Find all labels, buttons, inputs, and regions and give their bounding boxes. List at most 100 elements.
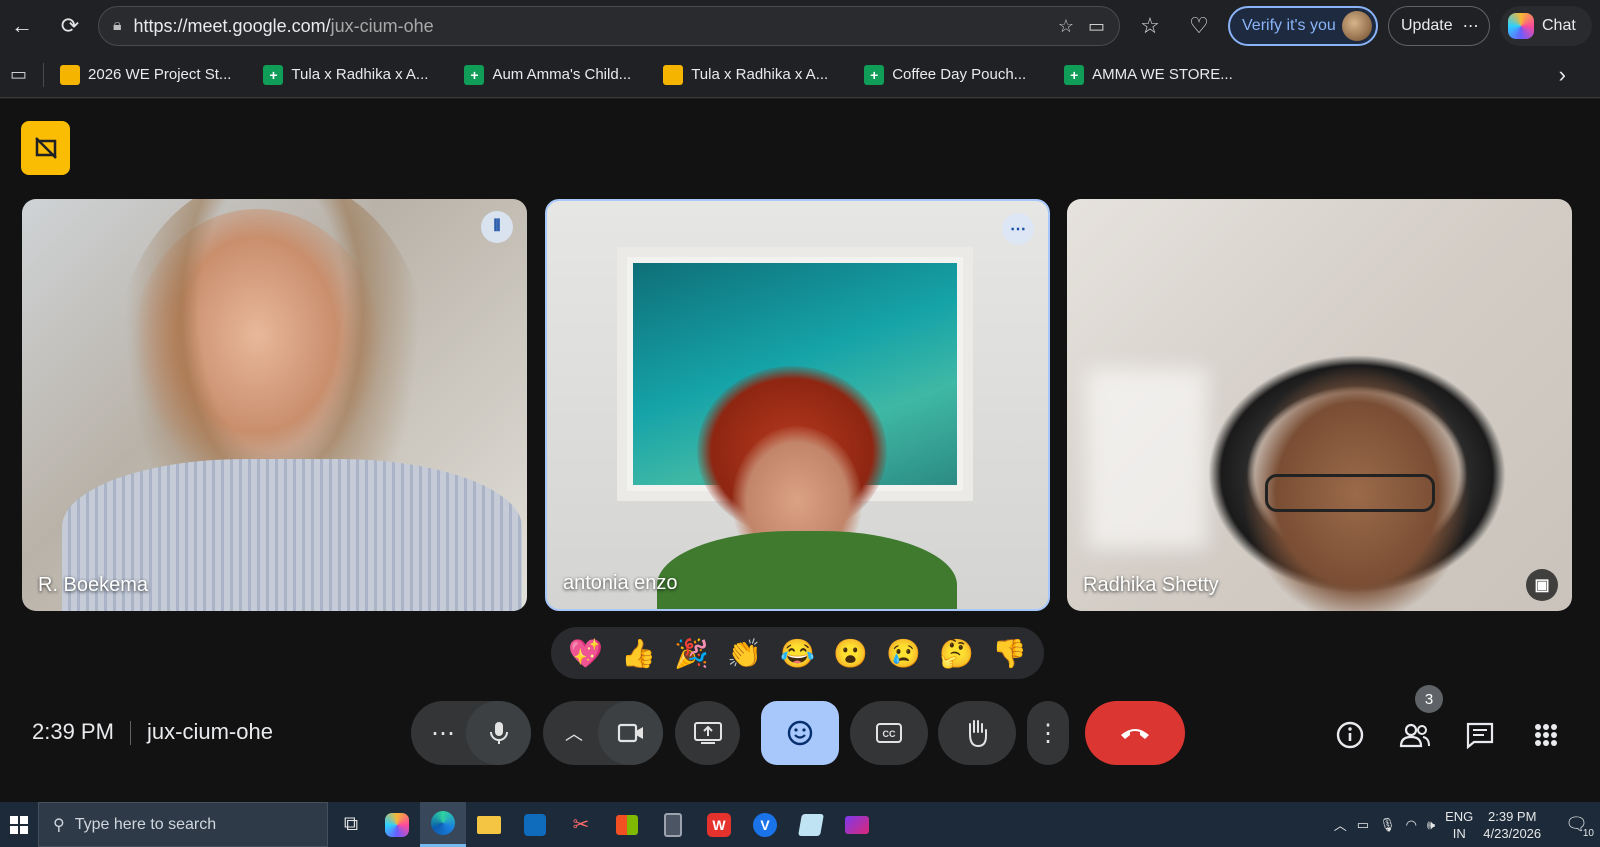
- present-screen-button[interactable]: [675, 701, 740, 765]
- url-host: https://meet.google.com/: [133, 15, 331, 36]
- chevron-up-icon[interactable]: ︿: [1334, 815, 1347, 834]
- store-app-icon[interactable]: [604, 802, 650, 847]
- update-button[interactable]: Update ⋯: [1388, 6, 1490, 46]
- bookmarks-bar: ▭ 2026 WE Project St... + Tula x Radhika …: [0, 52, 1600, 98]
- calculator-app-icon[interactable]: [650, 802, 696, 847]
- participant-tile[interactable]: ⦀ R. Boekema: [22, 199, 527, 611]
- windows-taskbar: ⚲ Type here to search ⧉ ✂ W V ︿ ▭ 🎙︎ ◠ 🕪…: [0, 802, 1600, 847]
- activities-button[interactable]: [1526, 715, 1566, 755]
- copilot-app-icon[interactable]: [374, 802, 420, 847]
- pip-icon[interactable]: ▣: [1526, 569, 1558, 601]
- captions-button[interactable]: CC: [850, 701, 928, 765]
- reactions-button[interactable]: [761, 701, 839, 765]
- bookmark-label: Tula x Radhika x A...: [691, 66, 829, 83]
- notifications-button[interactable]: 🗨︎ 10: [1565, 814, 1594, 839]
- verify-button[interactable]: Verify it's you: [1228, 6, 1378, 46]
- present-icon: [693, 722, 722, 744]
- participant-tile[interactable]: ⋯ antonia enzo: [545, 199, 1050, 611]
- meeting-info-button[interactable]: [1330, 715, 1370, 755]
- photos-app-icon[interactable]: [834, 802, 880, 847]
- wifi-icon[interactable]: ◠: [1406, 817, 1417, 833]
- reading-list-icon[interactable]: ▭: [10, 64, 27, 85]
- people-button[interactable]: [1395, 715, 1435, 755]
- favorites-icon[interactable]: ☆: [1132, 8, 1168, 44]
- thinking-icon[interactable]: 🤔: [939, 637, 974, 670]
- chevron-right-icon[interactable]: ›: [1559, 62, 1566, 88]
- slides-icon: [663, 64, 684, 85]
- verify-label: Verify it's you: [1242, 17, 1336, 34]
- star-icon[interactable]: ☆: [1058, 16, 1074, 37]
- more-icon: ⋯: [1462, 18, 1479, 35]
- blurred-window: [1087, 369, 1207, 549]
- outlook-app-icon[interactable]: [512, 802, 558, 847]
- meet-tray-icon[interactable]: ▭: [1357, 817, 1369, 833]
- sheets-icon: +: [263, 64, 284, 85]
- participant-name: R. Boekema: [38, 574, 149, 596]
- snipping-tool-icon[interactable]: ✂: [558, 802, 604, 847]
- crying-icon[interactable]: 😢: [886, 637, 921, 670]
- bookmark-item[interactable]: + Coffee Day Pouch...: [864, 64, 1027, 85]
- language-indicator[interactable]: ENG IN: [1445, 808, 1473, 842]
- task-view-icon[interactable]: ⧉: [328, 802, 374, 847]
- file-explorer-icon[interactable]: [466, 802, 512, 847]
- back-icon[interactable]: ←: [4, 8, 40, 44]
- bookmark-item[interactable]: + Tula x Radhika x A...: [263, 64, 428, 85]
- start-button[interactable]: [0, 802, 38, 847]
- taskbar-search[interactable]: ⚲ Type here to search: [38, 802, 328, 847]
- no-recording-badge[interactable]: [21, 121, 70, 175]
- bookmark-item[interactable]: 2026 WE Project St...: [60, 64, 231, 85]
- meet-stage: ⦀ R. Boekema ⋯ antonia enzo ▣ Radhika Sh…: [0, 99, 1600, 802]
- camera-off-icon: [34, 137, 57, 159]
- chat-icon: [1466, 722, 1494, 749]
- chat-button[interactable]: [1460, 715, 1500, 755]
- wps-app-icon[interactable]: W: [696, 802, 742, 847]
- edge-app-icon[interactable]: [420, 802, 466, 847]
- bookmark-item[interactable]: + Aum Amma's Child...: [464, 64, 632, 85]
- microphone-button[interactable]: [466, 701, 531, 765]
- lang-bottom: IN: [1452, 825, 1466, 841]
- bookmark-label: Aum Amma's Child...: [492, 66, 632, 83]
- participant-tile[interactable]: ▣ Radhika Shetty: [1067, 199, 1572, 611]
- audio-indicator-icon: ⦀: [481, 211, 513, 243]
- update-label: Update: [1401, 17, 1453, 34]
- more-options-icon[interactable]: ⋯: [1002, 213, 1034, 245]
- volume-icon[interactable]: 🕪︎: [1427, 817, 1435, 833]
- camera-icon[interactable]: ▭: [1088, 16, 1105, 37]
- tears-of-joy-icon[interactable]: 😂: [780, 637, 815, 670]
- control-bar: 2:39 PM jux-cium-ohe ⋯ ︿ CC ⋮ 3: [0, 685, 1600, 769]
- slides-icon: [60, 64, 81, 85]
- search-icon: ⚲: [53, 816, 65, 834]
- address-bar[interactable]: 🔒︎ https://meet.google.com/jux-cium-ohe …: [98, 6, 1120, 46]
- emoji-icon: [787, 720, 813, 746]
- bookmark-item[interactable]: + AMMA WE STORE...: [1064, 64, 1233, 85]
- party-popper-icon[interactable]: 🎉: [674, 637, 709, 670]
- mic-tray-icon[interactable]: 🎙︎: [1379, 817, 1396, 833]
- reload-icon[interactable]: ⟳: [52, 8, 88, 44]
- v-app-icon[interactable]: V: [742, 802, 788, 847]
- thumbs-down-icon[interactable]: 👎: [992, 637, 1027, 670]
- clock[interactable]: 2:39 PM 4/23/2026: [1483, 808, 1541, 842]
- more-options-button[interactable]: ⋮: [1027, 701, 1069, 765]
- system-tray: ︿ ▭ 🎙︎ ◠ 🕪︎ ENG IN 2:39 PM 4/23/2026 🗨︎ …: [1334, 802, 1600, 847]
- copilot-chat-button[interactable]: Chat: [1500, 6, 1592, 46]
- bookmark-label: AMMA WE STORE...: [1092, 66, 1233, 83]
- sparkling-heart-icon[interactable]: 💖: [568, 637, 603, 670]
- lang-top: ENG: [1445, 808, 1474, 824]
- raise-hand-button[interactable]: [938, 701, 1016, 765]
- leave-call-button[interactable]: [1085, 701, 1185, 765]
- thumbs-up-icon[interactable]: 👍: [621, 637, 656, 670]
- divider: [43, 62, 45, 87]
- camera-button[interactable]: [598, 701, 663, 765]
- clapping-icon[interactable]: 👏: [727, 637, 762, 670]
- glasses: [1265, 474, 1435, 512]
- bookmark-item[interactable]: Tula x Radhika x A...: [663, 64, 829, 85]
- health-icon[interactable]: ♡: [1181, 8, 1217, 44]
- surprised-icon[interactable]: 😮: [833, 637, 868, 670]
- sheets-icon: +: [1064, 64, 1085, 85]
- participant-name: Radhika Shetty: [1083, 574, 1219, 596]
- people-count-badge: 3: [1415, 685, 1443, 713]
- meeting-code: jux-cium-ohe: [147, 719, 273, 744]
- reactions-bar: 💖 👍 🎉 👏 😂 😮 😢 🤔 👎: [551, 627, 1044, 679]
- bookmark-label: Coffee Day Pouch...: [892, 66, 1027, 83]
- notes-app-icon[interactable]: [788, 802, 834, 847]
